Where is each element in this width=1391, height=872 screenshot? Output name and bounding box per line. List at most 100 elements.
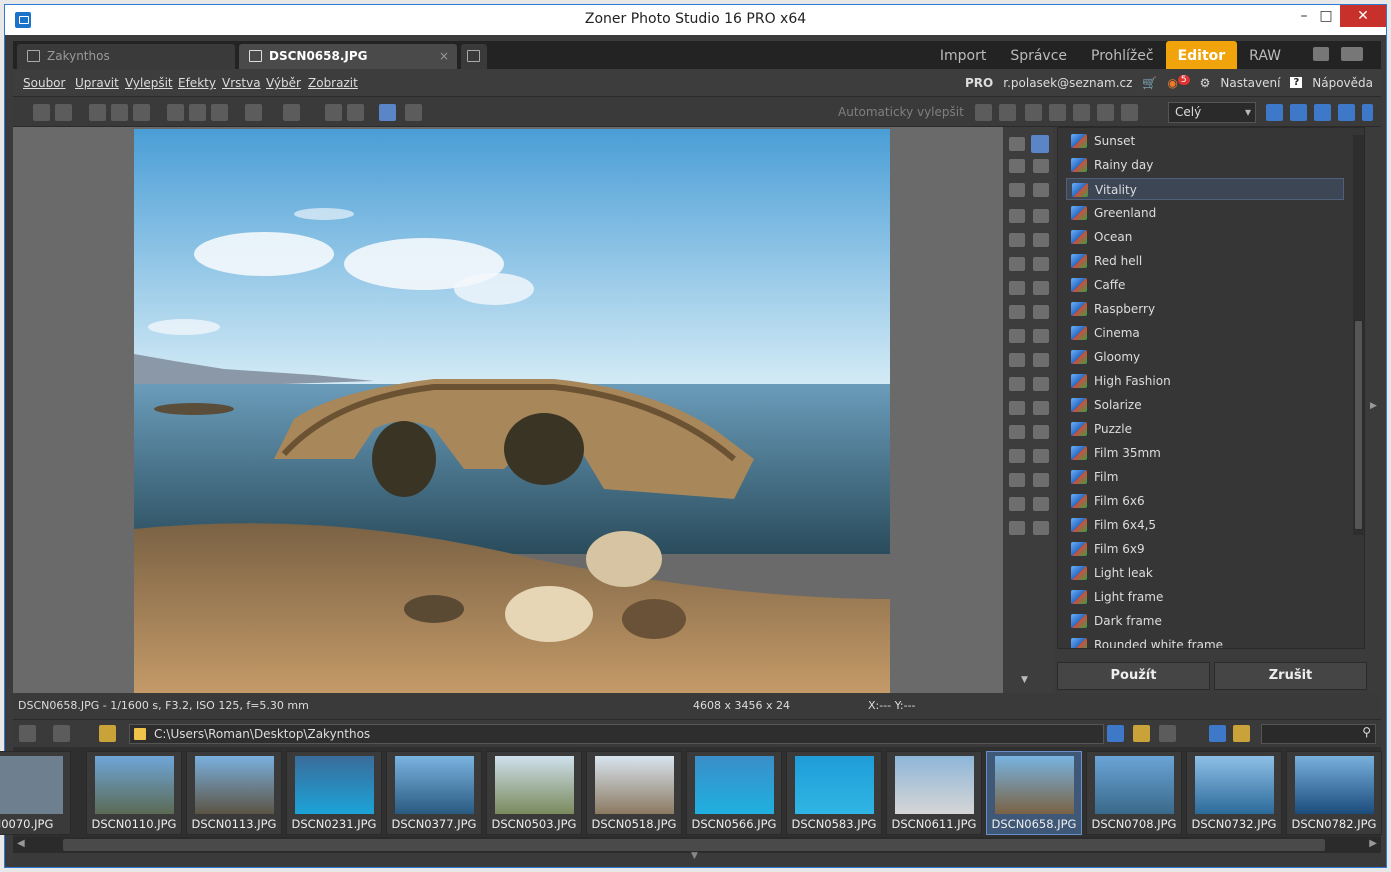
auto-enhance-button[interactable]: Automaticky vylepšit bbox=[838, 105, 964, 119]
preset-item[interactable]: Film 6x6 bbox=[1066, 490, 1344, 512]
chevron-down-icon[interactable]: ▼ bbox=[691, 851, 698, 861]
preset-item[interactable]: Caffe bbox=[1066, 274, 1344, 296]
close-tab-icon[interactable]: × bbox=[439, 44, 449, 68]
smart-erase-icon[interactable] bbox=[1033, 305, 1049, 319]
camera-icon[interactable] bbox=[1033, 521, 1049, 535]
menu-edit[interactable]: Upravit bbox=[75, 76, 119, 90]
cart-icon[interactable]: 🛒 bbox=[1142, 76, 1157, 90]
redo-icon[interactable] bbox=[283, 104, 300, 121]
tab-zakynthos[interactable]: Zakynthos bbox=[17, 44, 235, 69]
scroll-right-icon[interactable]: ▶ bbox=[1369, 838, 1377, 849]
apply-button[interactable]: Použít bbox=[1057, 662, 1210, 690]
zoom-out-icon[interactable] bbox=[1290, 104, 1307, 121]
hand-tool-icon[interactable] bbox=[1009, 183, 1025, 197]
effects-icon[interactable] bbox=[1031, 135, 1049, 153]
gradient-icon[interactable] bbox=[1009, 257, 1025, 271]
new-tab-button[interactable] bbox=[461, 44, 487, 69]
forward-icon[interactable] bbox=[53, 725, 70, 742]
retouch-icon[interactable] bbox=[1009, 305, 1025, 319]
thumbnail[interactable]: DSCN0732.JPG bbox=[1186, 751, 1282, 835]
preset-item[interactable]: Gloomy bbox=[1066, 346, 1344, 368]
preset-item[interactable]: Light leak bbox=[1066, 562, 1344, 584]
image-canvas[interactable] bbox=[13, 127, 1003, 693]
magnetic-lasso-icon[interactable] bbox=[1033, 401, 1049, 415]
gear-icon[interactable]: ⚙ bbox=[1200, 76, 1211, 90]
fit-height-icon[interactable] bbox=[1362, 104, 1373, 121]
scrollbar-thumb[interactable] bbox=[1354, 320, 1363, 530]
frame-icon[interactable] bbox=[1009, 233, 1025, 247]
preset-item[interactable]: Film bbox=[1066, 466, 1344, 488]
save-icon[interactable] bbox=[111, 104, 128, 121]
preset-item[interactable]: Cinema bbox=[1066, 322, 1344, 344]
layer-icon[interactable] bbox=[1009, 449, 1025, 463]
sharpen-icon[interactable] bbox=[1073, 104, 1090, 121]
shape-icon[interactable] bbox=[1009, 473, 1025, 487]
healing-icon[interactable] bbox=[1033, 281, 1049, 295]
clone-stamp-icon[interactable] bbox=[1009, 281, 1025, 295]
preset-item[interactable]: Sunset bbox=[1066, 130, 1344, 152]
line-icon[interactable] bbox=[1009, 497, 1025, 511]
cancel-button[interactable]: Zrušit bbox=[1214, 662, 1367, 690]
preset-item[interactable]: Dark frame bbox=[1066, 610, 1344, 632]
mode-viewer[interactable]: Prohlížeč bbox=[1079, 41, 1166, 69]
crop-tool-icon[interactable] bbox=[1033, 183, 1049, 197]
help-icon[interactable]: ? bbox=[1290, 77, 1303, 88]
menu-layer[interactable]: Vrstva bbox=[222, 76, 261, 90]
scrollbar-thumb[interactable] bbox=[63, 839, 1325, 851]
perspective-icon[interactable] bbox=[1033, 209, 1049, 223]
menu-effects[interactable]: Efekty bbox=[178, 76, 216, 90]
menu-enhance[interactable]: Vylepšit bbox=[125, 76, 173, 90]
tab-dscn0658[interactable]: DSCN0658.JPG × bbox=[239, 44, 457, 69]
folder-up-icon[interactable] bbox=[99, 725, 116, 742]
quick-fix-icon[interactable] bbox=[1009, 137, 1025, 151]
copy-icon[interactable] bbox=[167, 104, 184, 121]
preset-item[interactable]: Rainy day bbox=[1066, 154, 1344, 176]
search-input[interactable]: ⚲ bbox=[1261, 724, 1376, 744]
preset-item[interactable]: Greenland bbox=[1066, 202, 1344, 224]
open-icon[interactable] bbox=[89, 104, 106, 121]
bottom-handle[interactable]: ▼ bbox=[13, 851, 1381, 865]
layout-single-icon[interactable] bbox=[379, 104, 396, 121]
edited-photo[interactable] bbox=[134, 129, 890, 693]
preset-item[interactable]: Solarize bbox=[1066, 394, 1344, 416]
mode-editor[interactable]: Editor bbox=[1165, 41, 1238, 69]
monitor-icon[interactable] bbox=[1341, 47, 1363, 61]
zoom-in-icon[interactable] bbox=[1266, 104, 1283, 121]
scroll-left-icon[interactable]: ◀ bbox=[17, 838, 25, 849]
eraser-icon[interactable] bbox=[1009, 353, 1025, 367]
histogram-icon[interactable] bbox=[999, 104, 1016, 121]
settings-link[interactable]: Nastavení bbox=[1220, 76, 1280, 90]
brush-icon[interactable] bbox=[1025, 104, 1042, 121]
select-all-icon[interactable] bbox=[1033, 449, 1049, 463]
preset-item[interactable]: High Fashion bbox=[1066, 370, 1344, 392]
forward-icon[interactable] bbox=[55, 104, 72, 121]
mode-manager[interactable]: Správce bbox=[998, 41, 1079, 69]
levels-icon[interactable] bbox=[975, 104, 992, 121]
preset-item[interactable]: Ocean bbox=[1066, 226, 1344, 248]
thumbnail[interactable]: DSCN0611.JPG bbox=[886, 751, 982, 835]
preset-item[interactable]: Puzzle bbox=[1066, 418, 1344, 440]
layout-compare-icon[interactable] bbox=[405, 104, 422, 121]
lamp-icon[interactable] bbox=[1049, 104, 1066, 121]
ellipse-select-icon[interactable] bbox=[1009, 377, 1025, 391]
menu-selection[interactable]: Výběr bbox=[266, 76, 301, 90]
preset-item-selected[interactable]: Vitality bbox=[1066, 178, 1344, 200]
close-window-button[interactable]: ✕ bbox=[1340, 5, 1386, 27]
thumbnail[interactable]: DSCN0782.JPG bbox=[1286, 751, 1382, 835]
favorite-folder-icon[interactable] bbox=[1133, 725, 1150, 742]
thumbnail[interactable]: N0070.JPG bbox=[0, 751, 71, 835]
selection-brush-icon[interactable] bbox=[1033, 425, 1049, 439]
magic-wand-icon[interactable] bbox=[1009, 425, 1025, 439]
maximize-button[interactable]: □ bbox=[1312, 5, 1340, 27]
rss-icon[interactable]: ◉ 5 bbox=[1167, 75, 1190, 90]
zoom-select[interactable]: Celý bbox=[1168, 102, 1256, 123]
thumbnail[interactable]: DSCN0503.JPG bbox=[486, 751, 582, 835]
open-folder-icon[interactable] bbox=[1233, 725, 1250, 742]
rect-select-icon[interactable] bbox=[1033, 353, 1049, 367]
refresh-icon[interactable] bbox=[1107, 725, 1124, 742]
curves-icon[interactable] bbox=[1097, 104, 1114, 121]
scroll-down-icon[interactable]: ▼ bbox=[1021, 675, 1028, 685]
thumbnail[interactable]: DSCN0583.JPG bbox=[786, 751, 882, 835]
preset-item[interactable]: Film 6x4,5 bbox=[1066, 514, 1344, 536]
raw-jpg-icon[interactable] bbox=[1209, 725, 1226, 742]
